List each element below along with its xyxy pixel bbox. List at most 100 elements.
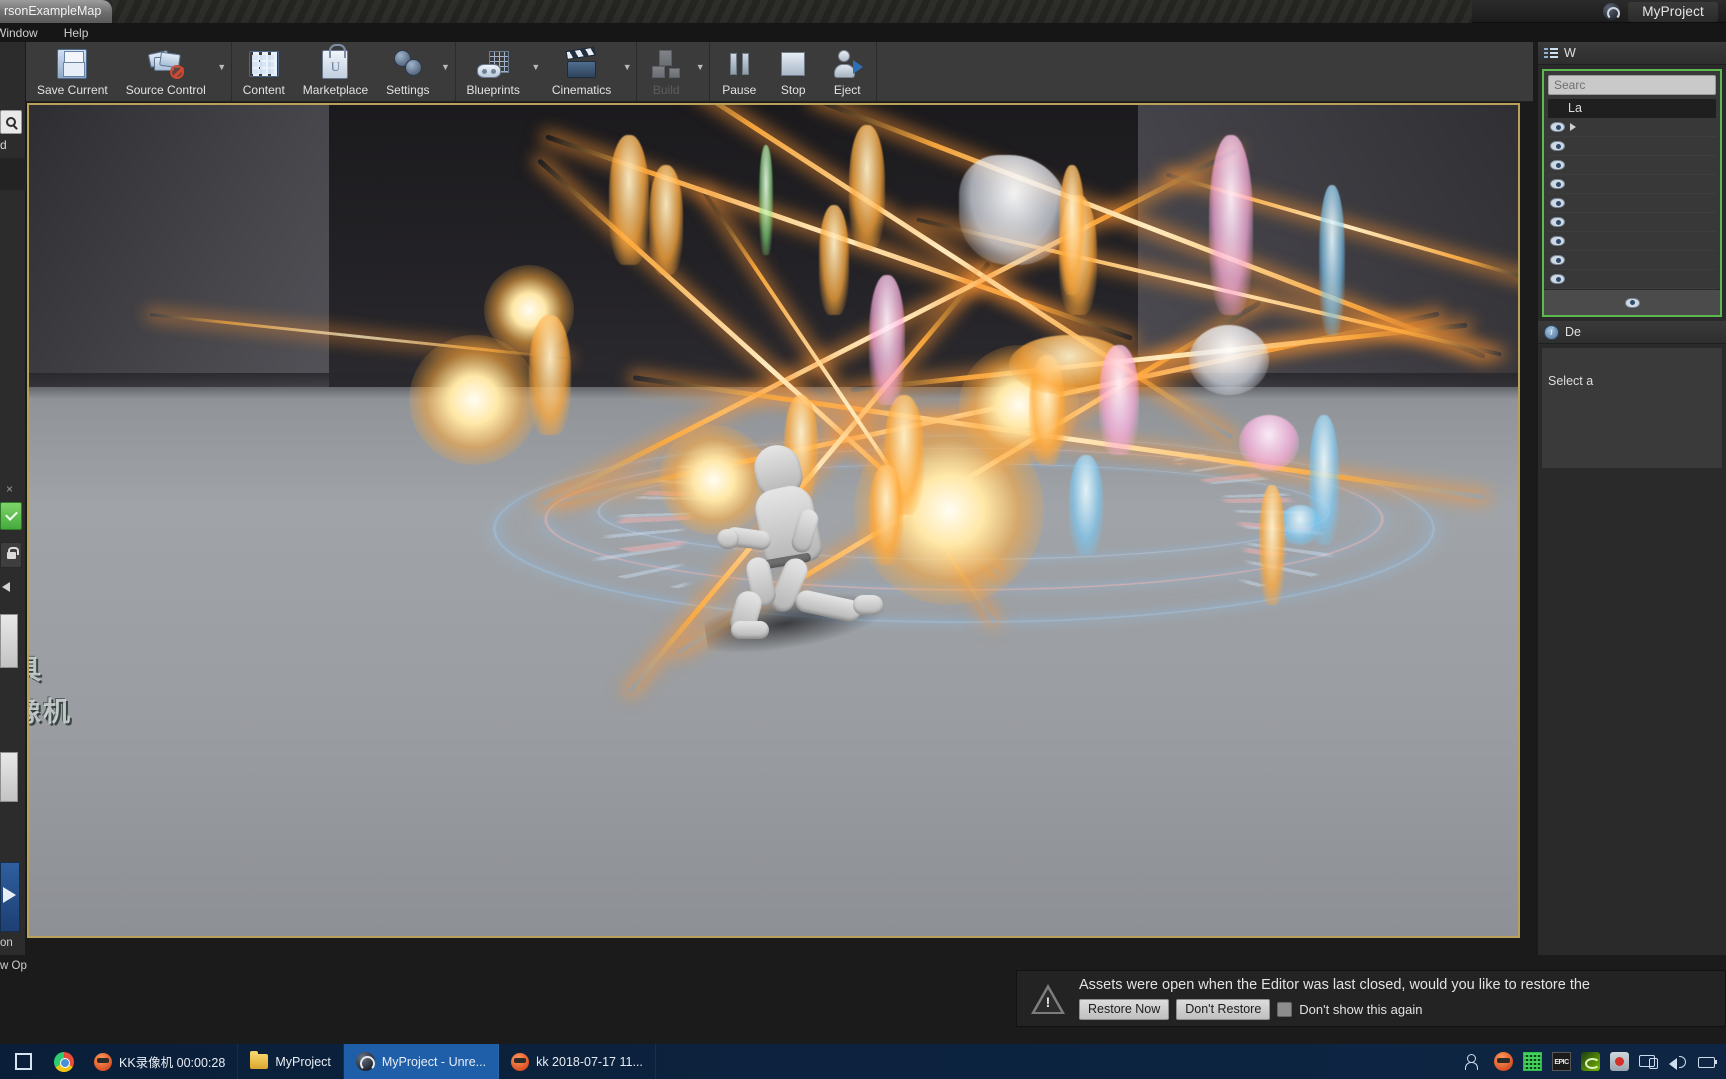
settings-button[interactable]: Settings: [377, 42, 438, 101]
people-icon[interactable]: [1465, 1052, 1484, 1071]
cinematics-label: Cinematics: [551, 83, 612, 97]
taskbar-item-myproject-folder[interactable]: MyProject: [238, 1044, 344, 1079]
close-icon[interactable]: ×: [6, 482, 13, 496]
build-dropdown-caret-icon[interactable]: ▼: [693, 42, 707, 101]
windows-start-icon[interactable]: [0, 1053, 46, 1070]
settings-label: Settings: [386, 83, 430, 97]
kk-recorder-tray-icon[interactable]: [1494, 1052, 1513, 1071]
outliner-row[interactable]: [1548, 270, 1716, 289]
outliner-search-input[interactable]: Searc: [1548, 75, 1716, 95]
eye-icon[interactable]: [1550, 179, 1565, 189]
outliner-column-header[interactable]: La: [1548, 99, 1716, 118]
eye-icon[interactable]: [1550, 198, 1565, 208]
marketplace-button[interactable]: Marketplace: [294, 42, 377, 101]
outliner-rows: [1548, 118, 1716, 308]
pause-label: Pause: [722, 83, 757, 97]
source-control-folders-blocked-icon: [147, 48, 184, 80]
volume-icon[interactable]: [1668, 1052, 1687, 1071]
epic-games-icon[interactable]: EPIC: [1552, 1052, 1571, 1071]
build-label: Build: [652, 83, 680, 97]
taskbar-item-label: KK录像机 00:00:28: [119, 1056, 226, 1070]
dont-show-again-checkbox[interactable]: [1277, 1002, 1293, 1017]
menu-item-help[interactable]: Help: [51, 24, 102, 42]
details-panel: Select a: [1542, 348, 1722, 468]
left-dock-thumbnail-1[interactable]: [0, 614, 18, 668]
dont-restore-button[interactable]: Don't Restore: [1176, 999, 1271, 1020]
eject-label: Eject: [833, 83, 861, 97]
toolbar-group-project: Content Marketplace Settings ▼: [232, 42, 456, 101]
left-dock-thumbnail-3[interactable]: [0, 862, 20, 932]
dont-show-again-label[interactable]: Don't show this again: [1299, 1002, 1422, 1017]
chrome-icon[interactable]: [46, 1051, 82, 1072]
world-outliner-header[interactable]: W: [1538, 42, 1726, 65]
outliner-row[interactable]: [1548, 156, 1716, 175]
eye-icon[interactable]: [1550, 141, 1565, 151]
eye-icon[interactable]: [1550, 122, 1565, 132]
source-control-button[interactable]: Source Control: [117, 42, 215, 101]
outliner-row[interactable]: [1548, 175, 1716, 194]
gear-icon: [393, 48, 423, 80]
eye-icon[interactable]: [1624, 297, 1640, 308]
unreal-editor-window: rsonExampleMap MyProject Window Help » S…: [0, 0, 1726, 1079]
menu-item-window[interactable]: Window: [0, 24, 51, 42]
collapse-triangle-icon[interactable]: [2, 582, 10, 592]
taskbar-item-kk-recorder[interactable]: KK录像机 00:00:28: [82, 1044, 239, 1079]
project-title: MyProject: [1628, 1, 1718, 22]
details-info-icon: i: [1544, 324, 1559, 340]
outliner-row[interactable]: [1548, 194, 1716, 213]
magnifier-icon: [6, 117, 16, 127]
marketplace-bag-icon: [322, 43, 349, 80]
source-control-dropdown-caret-icon[interactable]: ▼: [215, 42, 229, 101]
taskbar-item-label: MyProject - Unre...: [381, 1054, 487, 1069]
green-check-icon[interactable]: [0, 502, 22, 530]
eye-icon[interactable]: [1550, 255, 1565, 265]
save-current-button[interactable]: Save Current: [28, 42, 117, 101]
windows-taskbar: KK录像机 00:00:28 MyProject MyProject - Unr…: [0, 1044, 1726, 1079]
eject-button[interactable]: Eject: [820, 42, 874, 101]
cinematics-dropdown-caret-icon[interactable]: ▼: [620, 42, 634, 101]
document-tab[interactable]: rsonExampleMap: [0, 0, 112, 23]
content-button[interactable]: Content: [234, 42, 294, 101]
scene-floor-edge: [29, 373, 1518, 399]
restore-now-button[interactable]: Restore Now: [1079, 999, 1170, 1020]
nvidia-icon[interactable]: [1581, 1052, 1600, 1071]
details-panel-title: De: [1565, 325, 1581, 339]
outliner-row[interactable]: [1548, 232, 1716, 251]
settings-dropdown-caret-icon[interactable]: ▼: [439, 42, 453, 101]
details-panel-header[interactable]: i De: [1538, 321, 1726, 344]
lock-icon[interactable]: [0, 542, 22, 568]
pause-button[interactable]: Pause: [712, 42, 766, 101]
network-icon[interactable]: [1639, 1052, 1658, 1071]
marketplace-label: Marketplace: [302, 83, 369, 97]
expander-triangle-icon[interactable]: [1570, 123, 1576, 131]
outliner-row[interactable]: [1548, 137, 1716, 156]
world-outliner-panel: Searc La: [1542, 69, 1722, 317]
viewport-scene: 工具 录像机: [29, 105, 1518, 936]
outliner-row[interactable]: [1548, 251, 1716, 270]
eye-icon[interactable]: [1550, 274, 1565, 284]
blueprints-button[interactable]: Blueprints: [458, 42, 529, 101]
blueprints-dropdown-caret-icon[interactable]: ▼: [529, 42, 543, 101]
green-grid-icon[interactable]: [1523, 1052, 1542, 1071]
warning-triangle-icon: !: [1031, 983, 1065, 1014]
eye-icon[interactable]: [1550, 217, 1565, 227]
taskbar-item-unreal-editor[interactable]: MyProject - Unre...: [343, 1044, 500, 1079]
build-button[interactable]: Build: [639, 42, 693, 101]
outliner-row[interactable]: [1548, 213, 1716, 232]
taskbar-item-kk-capture[interactable]: kk 2018-07-17 11...: [499, 1044, 656, 1079]
eye-icon[interactable]: [1550, 236, 1565, 246]
eye-icon[interactable]: [1550, 160, 1565, 170]
title-bar-right: MyProject: [1603, 0, 1726, 23]
stop-button[interactable]: Stop: [766, 42, 820, 101]
outliner-row[interactable]: [1548, 118, 1716, 137]
battery-icon[interactable]: [1697, 1052, 1717, 1071]
unreal-engine-logo-icon: [1603, 3, 1621, 20]
player-mannequin: [717, 440, 904, 645]
outliner-footer[interactable]: [1544, 289, 1720, 315]
search-input[interactable]: [0, 110, 22, 134]
level-viewport[interactable]: 工具 录像机: [27, 103, 1520, 938]
cinematics-button[interactable]: Cinematics: [543, 42, 620, 101]
screen-recorder-icon[interactable]: [1610, 1052, 1629, 1071]
content-label: Content: [242, 83, 285, 97]
left-dock-thumbnail-2[interactable]: [0, 752, 18, 802]
